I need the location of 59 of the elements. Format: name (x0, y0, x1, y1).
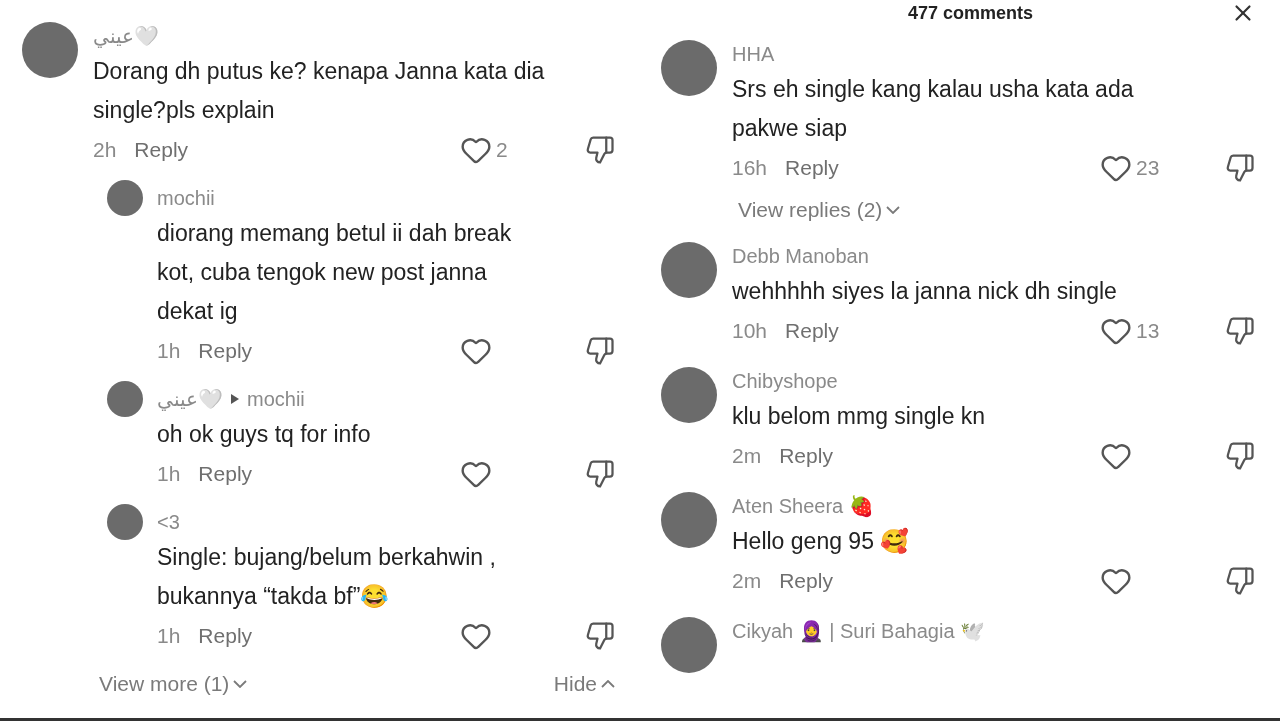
timestamp: 2m (732, 567, 762, 594)
reply-link[interactable]: Reply (198, 458, 253, 490)
comments-count-title: 477 comments (907, 1, 1034, 25)
reply-link[interactable]: Reply (779, 439, 833, 472)
username[interactable]: Cikyah 🧕 | Suri Bahagia 🕊 (732, 615, 986, 646)
timestamp: 10h (732, 317, 768, 344)
dislike-icon[interactable] (585, 459, 615, 489)
comment-text: klu belom mmg single kn (732, 401, 987, 431)
dislike-icon[interactable] (1225, 440, 1255, 471)
comment-text: diorang memang betul ii dah break kot, cuba tengok new post janna dekat ig (157, 219, 513, 326)
avatar-placeholder[interactable] (661, 40, 717, 96)
view-more-link[interactable]: View more (1) (99, 668, 248, 700)
username[interactable]: HHA (732, 39, 775, 69)
dislike-icon[interactable] (1225, 153, 1255, 183)
chevron-up-icon (601, 679, 615, 688)
comment-text: Hello geng 95 🥰 (732, 526, 911, 556)
username[interactable]: Chibyshope (732, 365, 838, 396)
dislike-icon[interactable] (585, 336, 615, 366)
username[interactable]: Aten Sheera 🍓 (732, 490, 874, 521)
chevron-down-icon (233, 679, 248, 688)
username[interactable]: <3 (157, 507, 180, 537)
timestamp: 2m (732, 442, 762, 469)
like-count: 23 (1136, 155, 1160, 182)
reply-link[interactable]: Reply (198, 335, 253, 367)
avatar-placeholder[interactable] (107, 504, 143, 540)
reply-link[interactable]: Reply (785, 314, 839, 347)
reply-link[interactable]: Reply (779, 564, 833, 597)
comment-text: wehhhhh siyes la janna nick dh single (732, 276, 1118, 306)
triangle-icon (231, 394, 239, 404)
username[interactable]: عيني🤍 (157, 384, 223, 414)
username[interactable]: Debb Manoban (732, 240, 869, 271)
view-replies-link[interactable]: View replies (2) (738, 194, 901, 226)
dislike-icon[interactable] (585, 621, 615, 651)
dislike-icon[interactable] (1225, 565, 1255, 596)
reply-link[interactable]: Reply (785, 152, 839, 184)
comment-text: Single: bujang/belum berkahwin , bukannya “takda bf”😂 (157, 543, 497, 611)
dislike-icon[interactable] (1225, 315, 1255, 346)
avatar-placeholder[interactable] (22, 22, 78, 78)
timestamp: 1h (157, 623, 181, 650)
avatar-placeholder[interactable] (661, 241, 717, 298)
like-count: 13 (1136, 317, 1160, 344)
username[interactable]: mochii (247, 384, 305, 414)
like-count: 2 (496, 137, 508, 164)
avatar-placeholder[interactable] (107, 180, 143, 216)
timestamp: 1h (157, 461, 181, 488)
reply-link[interactable]: Reply (198, 620, 253, 652)
timestamp: 1h (157, 338, 181, 365)
comment-text: Srs eh single kang kalau usha kata ada pakwe siap (732, 75, 1135, 143)
chevron-down-icon (886, 205, 901, 214)
timestamp: 2h (93, 137, 117, 164)
reply-link[interactable]: Reply (134, 134, 189, 166)
comment-text: Dorang dh putus ke? kenapa Janna kata dia single?pls explain (93, 57, 546, 125)
hide-link[interactable]: Hide (553, 668, 615, 700)
username[interactable]: mochii (157, 183, 215, 213)
username[interactable]: عيني🤍 (93, 21, 159, 51)
avatar-placeholder[interactable] (107, 381, 143, 417)
comment-text: oh ok guys tq for info (157, 420, 372, 449)
dislike-icon[interactable] (585, 135, 615, 165)
timestamp: 16h (732, 155, 768, 182)
